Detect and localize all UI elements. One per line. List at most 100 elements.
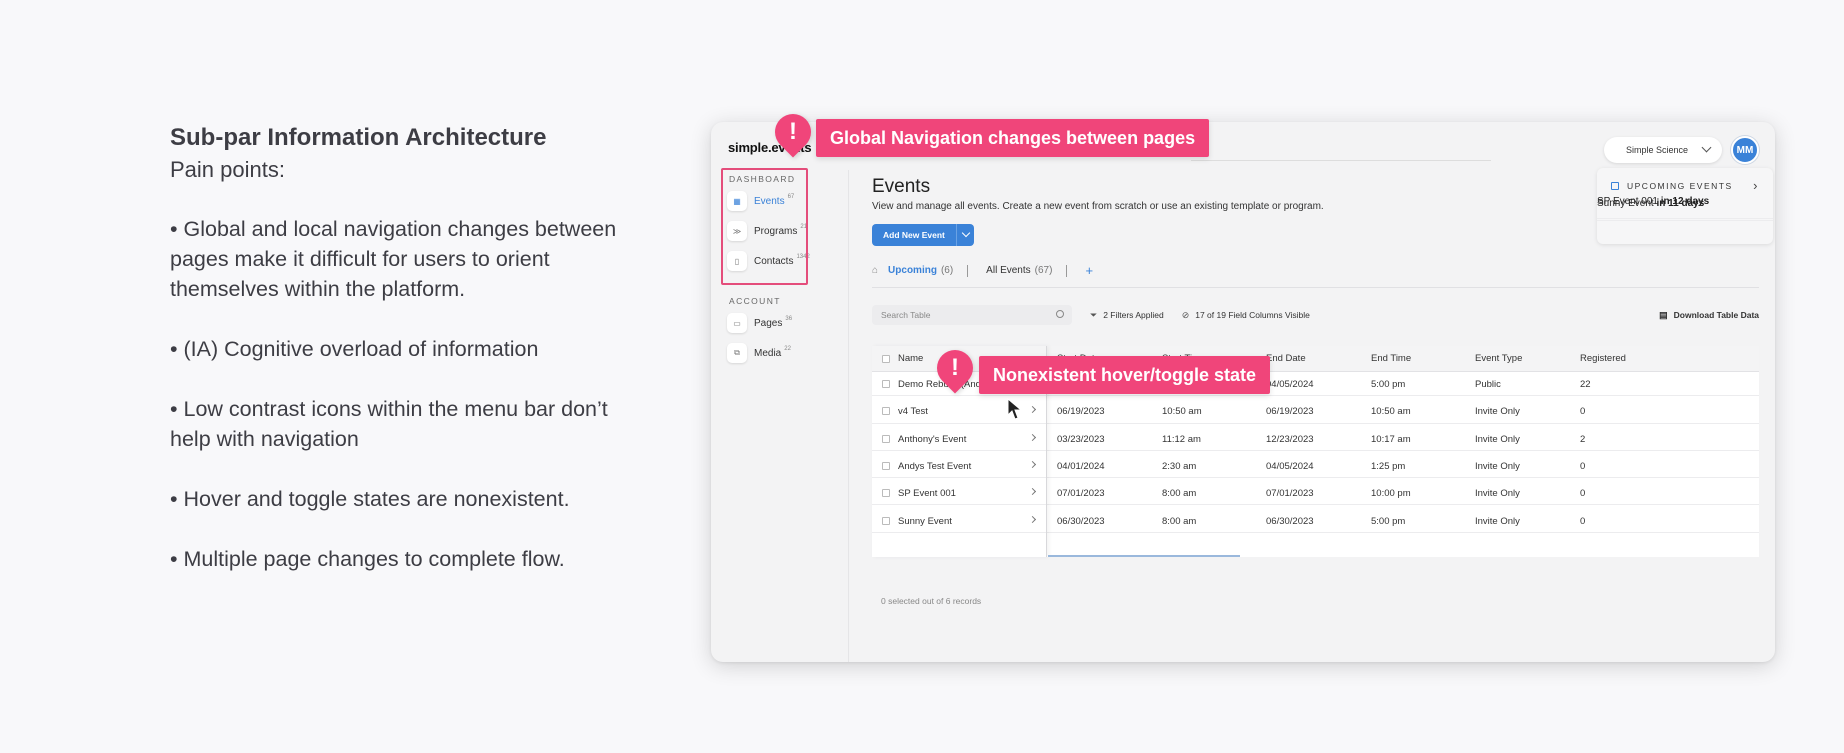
workspace-selector[interactable]: Simple Science	[1604, 137, 1722, 163]
filters-label: 2 Filters Applied	[1103, 310, 1164, 320]
pages-icon: ▭	[727, 313, 747, 333]
tab-label: Upcoming	[888, 265, 937, 276]
download-label: Download Table Data	[1673, 310, 1759, 320]
tab-divider	[1066, 264, 1068, 277]
pain-point-1: • Global and local navigation changes be…	[170, 217, 617, 301]
calendar-icon	[1611, 181, 1619, 190]
pin-glyph: !	[951, 354, 959, 381]
table-cell: Invite Only	[1475, 433, 1520, 445]
global-search-input[interactable]	[1191, 137, 1491, 161]
home-icon[interactable]: ⌂	[872, 265, 878, 276]
table-cell: 10:17 am	[1371, 433, 1411, 445]
add-tab-icon[interactable]: +	[1085, 263, 1093, 278]
page-title: Events	[872, 176, 931, 197]
sidebar-section-account: ACCOUNT	[729, 296, 781, 306]
pain-point-3: • Low contrast icons within the menu bar…	[170, 397, 608, 451]
horizontal-scrollbar[interactable]	[1048, 555, 1240, 557]
event-tabs: ⌂ Upcoming (6) All Events (67) +	[872, 254, 1759, 288]
table-cell: 10:00 pm	[1371, 488, 1411, 500]
table-cell: 5:00 pm	[1371, 379, 1406, 390]
table-cell: 1:25 pm	[1371, 460, 1406, 472]
tab-upcoming[interactable]: Upcoming (6)	[888, 265, 953, 276]
add-event-button-group: Add New Event	[872, 224, 974, 246]
column-header[interactable]: Registered	[1580, 353, 1626, 364]
table-cell: 06/19/2023	[1057, 406, 1105, 418]
pain-point-2: • (IA) Cognitive overload of information	[170, 337, 539, 361]
table-cell: 10:50 am	[1371, 406, 1411, 418]
table-cell: 2:30 am	[1162, 460, 1197, 472]
table-cell: 0	[1580, 460, 1586, 472]
table-cell: 04/05/2024	[1266, 460, 1314, 472]
eye-off-icon: ⊘	[1181, 309, 1190, 320]
section-subtitle: Pain points:	[170, 157, 285, 182]
table-cell: Public	[1475, 379, 1501, 390]
add-new-event-button[interactable]: Add New Event	[872, 224, 956, 246]
alert-pin-icon: !	[767, 106, 819, 158]
table-cell: 0	[1580, 515, 1586, 527]
dashboard-nav-highlight	[721, 168, 808, 285]
upcoming-events-card[interactable]: UPCOMING EVENTS › Sunny Event in 11 days…	[1597, 168, 1773, 244]
table-cell: 0	[1580, 488, 1586, 500]
pain-points-panel: Sub-par Information Architecture Pain po…	[170, 122, 630, 604]
table-cell: Invite Only	[1475, 488, 1520, 500]
table-cell: 8:00 am	[1162, 515, 1197, 527]
alert-pin-icon: !	[929, 342, 981, 394]
upcoming-item-name: SP Event 001	[1597, 196, 1658, 207]
column-header[interactable]: End Date	[1266, 353, 1306, 364]
sidebar-item-label: Pages	[754, 317, 783, 329]
avatar[interactable]: MM	[1731, 136, 1759, 164]
tab-label: All Events	[986, 265, 1031, 276]
table-cell: 06/19/2023	[1266, 406, 1314, 418]
sidebar-item-count: 36	[785, 316, 793, 322]
table-cell: 8:00 am	[1162, 488, 1197, 500]
table-cell: Invite Only	[1475, 515, 1520, 527]
table-cell: 11:12 am	[1162, 433, 1201, 445]
table-cell: Invite Only	[1475, 460, 1520, 472]
file-icon: ▤	[1659, 309, 1668, 320]
search-icon	[1056, 310, 1064, 318]
table-cell: Invite Only	[1475, 406, 1520, 418]
table-cell: 03/23/2023	[1057, 433, 1105, 445]
column-header[interactable]: Event Type	[1475, 353, 1522, 364]
pin-glyph: !	[789, 118, 797, 145]
sidebar-item-pages[interactable]: ▭ Pages 36	[727, 313, 792, 333]
table-cell: 22	[1580, 379, 1591, 390]
column-header[interactable]: End Time	[1371, 353, 1411, 364]
table-cell: 0	[1580, 406, 1586, 418]
table-search-input[interactable]: Search Table	[872, 305, 1072, 325]
table-toolbar: Search Table ⏷ 2 Filters Applied ⊘ 17 of…	[872, 304, 1759, 326]
main-content: Events View and manage all events. Creat…	[849, 168, 1775, 662]
tab-count: (6)	[940, 265, 954, 276]
tab-count: (67)	[1034, 265, 1053, 276]
table-cell: 12/23/2023	[1266, 433, 1314, 445]
selection-status: 0 selected out of 6 records	[881, 596, 982, 606]
table-cell: 04/01/2024	[1057, 460, 1105, 472]
table-cell: 5:00 pm	[1371, 515, 1406, 527]
add-event-dropdown-button[interactable]	[955, 224, 974, 246]
filter-icon: ⏷	[1090, 309, 1098, 320]
chevron-down-icon	[1701, 142, 1712, 153]
workspace-name: Simple Science	[1626, 145, 1689, 155]
pain-point-4: • Hover and toggle states are nonexisten…	[170, 487, 570, 511]
table-cell: 04/05/2024	[1266, 379, 1314, 390]
table-cell: 06/30/2023	[1266, 515, 1314, 527]
sidebar-item-count: 22	[784, 346, 791, 352]
upcoming-title: UPCOMING EVENTS	[1627, 180, 1733, 191]
page-description: View and manage all events. Create a new…	[872, 201, 1324, 212]
media-icon: ⧉	[727, 343, 747, 363]
download-button[interactable]: ▤ Download Table Data	[1659, 310, 1759, 321]
chevron-right-icon[interactable]: ›	[1753, 178, 1759, 193]
columns-label: 17 of 19 Field Columns Visible	[1195, 310, 1310, 320]
columns-button[interactable]: ⊘ 17 of 19 Field Columns Visible	[1182, 310, 1310, 321]
upcoming-item-when: in 12 days	[1660, 196, 1710, 207]
upcoming-item[interactable]: SP Event 001 in 12 days	[1597, 196, 1773, 220]
table-cell: 07/01/2023	[1057, 488, 1105, 500]
table-cell: 10:50 am	[1162, 406, 1202, 418]
tab-all-events[interactable]: All Events (67)	[986, 265, 1052, 276]
sidebar-item-media[interactable]: ⧉ Media 22	[727, 343, 791, 363]
filters-button[interactable]: ⏷ 2 Filters Applied	[1090, 310, 1164, 321]
table-cell: 2	[1580, 433, 1586, 445]
pain-point-5: • Multiple page changes to complete flow…	[170, 547, 565, 571]
section-title: Sub-par Information Architecture	[170, 124, 547, 151]
tab-divider	[967, 264, 969, 277]
